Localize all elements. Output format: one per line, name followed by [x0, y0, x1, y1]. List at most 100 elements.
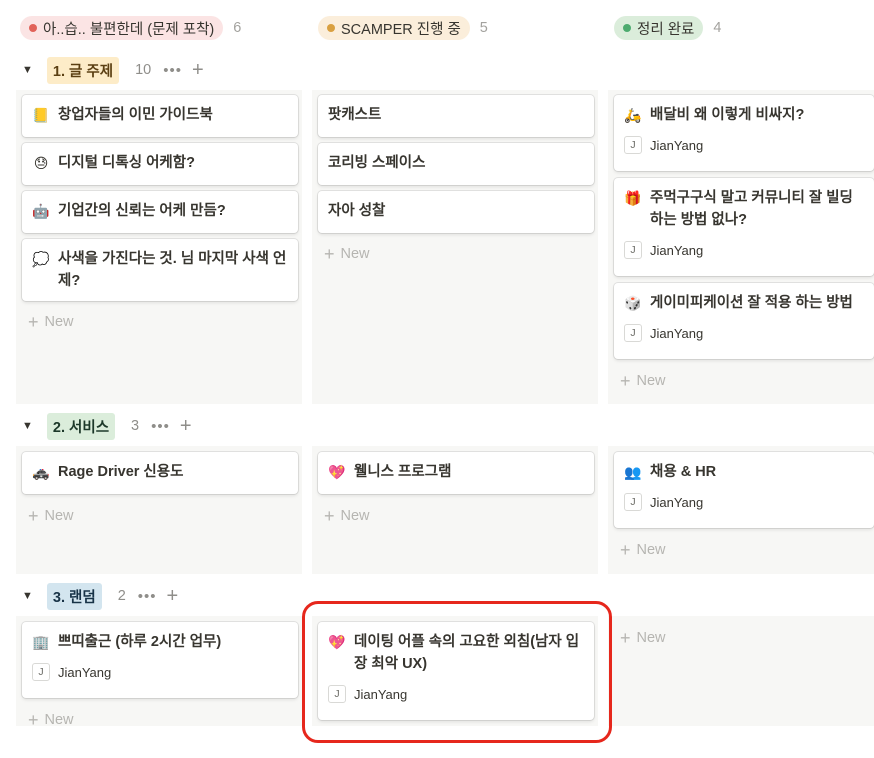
card-title: 사색을 가진다는 것. 님 마지막 사색 언제? [58, 251, 287, 289]
card-title-row: 🛵 배달비 왜 이렇게 비싸지? [624, 104, 864, 126]
column-header[interactable]: SCAMPER 진행 중 5 [318, 14, 488, 42]
plus-icon: + [324, 506, 335, 526]
new-card-button[interactable]: + New [28, 507, 74, 525]
group-header[interactable]: ▼ 3. 랜덤 2 ••• + [22, 582, 178, 610]
group-header[interactable]: ▼ 2. 서비스 3 ••• + [22, 412, 192, 440]
board-card[interactable]: 🛵 배달비 왜 이렇게 비싸지? J JianYang [614, 95, 874, 171]
card-title-row: 코리빙 스페이스 [328, 152, 584, 174]
card-title: 웰니스 프로그램 [354, 464, 452, 480]
sweat-face-icon: 😓 [33, 155, 49, 171]
avatar: J [624, 241, 642, 259]
group-count: 2 [117, 588, 126, 604]
new-label: New [44, 508, 74, 524]
board-card[interactable]: 팟캐스트 [318, 95, 594, 137]
robot-icon: 🤖 [32, 203, 50, 219]
card-title-row: 팟캐스트 [328, 104, 584, 126]
person-property: J JianYang [328, 685, 584, 703]
notebook-icon: 📒 [32, 107, 50, 123]
plus-icon[interactable]: + [167, 586, 179, 606]
board-card[interactable]: 🚓 Rage Driver 신용도 [22, 452, 298, 494]
new-card-button[interactable]: + New [620, 629, 666, 647]
police-car-icon: 🚓 [32, 464, 50, 480]
more-icon[interactable]: ••• [138, 588, 157, 605]
new-card-button[interactable]: + New [620, 371, 666, 391]
new-card-button[interactable]: + New [28, 312, 74, 332]
column-header[interactable]: 정리 완료 4 [614, 14, 721, 42]
card-title: 기업간의 신뢰는 어케 만듬? [58, 203, 226, 219]
card-title: 주먹구구식 말고 커뮤니티 잘 빌딩하는 방법 없나? [650, 190, 853, 228]
board-card[interactable]: 💖 웰니스 프로그램 [318, 452, 594, 494]
avatar: J [624, 136, 642, 154]
new-card-button[interactable]: + New [324, 506, 370, 526]
person-name: JianYang [650, 137, 704, 153]
new-card-button[interactable]: + New [620, 541, 666, 559]
card-title-row: 😓 디지털 디톡싱 어케함? [32, 152, 288, 174]
group-count: 10 [135, 62, 152, 78]
plus-icon[interactable]: + [192, 60, 204, 80]
office-building-icon: 🏢 [32, 634, 50, 650]
card-title-row: 👥 채용 & HR [624, 461, 864, 483]
new-card-button[interactable]: + New [28, 710, 74, 730]
column-header[interactable]: 아..습.. 불편한데 (문제 포착) 6 [20, 14, 241, 42]
card-title-row: 🤖 기업간의 신뢰는 어케 만듬? [32, 200, 288, 222]
plus-icon: + [620, 371, 631, 391]
board-card[interactable]: 🎁 주먹구구식 말고 커뮤니티 잘 빌딩하는 방법 없나? J JianYang [614, 178, 874, 276]
board-card[interactable]: 🏢 쁘띠출근 (하루 2시간 업무) J JianYang [22, 622, 298, 698]
card-title: Rage Driver 신용도 [58, 464, 184, 480]
dice-icon: 🎲 [624, 295, 642, 311]
new-label: New [44, 712, 74, 728]
card-title: 자아 성찰 [328, 203, 386, 219]
avatar: J [32, 663, 50, 681]
board-card[interactable]: 📒 창업자들의 이민 가이드북 [22, 95, 298, 137]
board-card[interactable]: 코리빙 스페이스 [318, 143, 594, 185]
new-label: New [340, 246, 370, 262]
plus-icon: + [28, 312, 39, 332]
board-card[interactable]: 😓 디지털 디톡싱 어케함? [22, 143, 298, 185]
status-dot-icon [623, 24, 631, 32]
group-header[interactable]: ▼ 1. 글 주제 10 ••• + [22, 56, 204, 84]
person-property: J JianYang [624, 241, 864, 259]
new-label: New [340, 508, 370, 524]
card-title: 창업자들의 이민 가이드북 [58, 107, 213, 123]
column-label: 정리 완료 [637, 21, 695, 38]
group-count: 3 [131, 418, 140, 434]
triangle-down-icon[interactable]: ▼ [22, 64, 33, 76]
card-title: 쁘띠출근 (하루 2시간 업무) [58, 634, 222, 650]
avatar: J [624, 493, 642, 511]
column-label: SCAMPER 진행 중 [341, 21, 461, 38]
heart-icon: 💖 [328, 464, 346, 480]
triangle-down-icon[interactable]: ▼ [22, 590, 33, 602]
board-card[interactable]: 👥 채용 & HR J JianYang [614, 452, 874, 528]
gift-icon: 🎁 [624, 190, 642, 206]
person-property: J JianYang [624, 136, 864, 154]
scooter-icon: 🛵 [624, 107, 642, 123]
more-icon[interactable]: ••• [163, 62, 182, 79]
column-pill: 정리 완료 [614, 16, 704, 40]
column-count: 5 [479, 20, 488, 36]
heart-icon: 💖 [328, 634, 346, 650]
person-property: J JianYang [624, 493, 864, 511]
card-title-row: 🎁 주먹구구식 말고 커뮤니티 잘 빌딩하는 방법 없나? [624, 187, 864, 231]
group-tag: 2. 서비스 [46, 412, 116, 440]
card-title-row: 🏢 쁘띠출근 (하루 2시간 업무) [32, 631, 288, 653]
triangle-down-icon[interactable]: ▼ [22, 420, 33, 432]
status-dot-icon [327, 24, 335, 32]
status-dot-icon [29, 24, 37, 32]
card-title-row: 📒 창업자들의 이민 가이드북 [32, 104, 288, 126]
thought-bubble-icon: 💭 [32, 251, 50, 267]
group-tag: 1. 글 주제 [46, 56, 120, 84]
card-title: 코리빙 스페이스 [328, 155, 426, 171]
card-title-row: 자아 성찰 [328, 200, 584, 222]
board-card[interactable]: 🤖 기업간의 신뢰는 어케 만듬? [22, 191, 298, 233]
people-icon: 👥 [624, 464, 642, 480]
card-title: 디지털 디톡싱 어케함? [58, 155, 195, 171]
board-card[interactable]: 자아 성찰 [318, 191, 594, 233]
person-name: JianYang [58, 664, 112, 680]
board-card[interactable]: 💖 데이팅 어플 속의 고요한 외침(남자 입장 최악 UX) J JianYa… [318, 622, 594, 720]
board-card[interactable]: 💭 사색을 가진다는 것. 님 마지막 사색 언제? [22, 239, 298, 301]
more-icon[interactable]: ••• [151, 418, 170, 435]
board-card[interactable]: 🎲 게이미피케이션 잘 적용 하는 방법 J JianYang [614, 283, 874, 359]
plus-icon[interactable]: + [180, 416, 192, 436]
plus-icon: + [28, 710, 39, 730]
new-card-button[interactable]: + New [324, 245, 370, 263]
